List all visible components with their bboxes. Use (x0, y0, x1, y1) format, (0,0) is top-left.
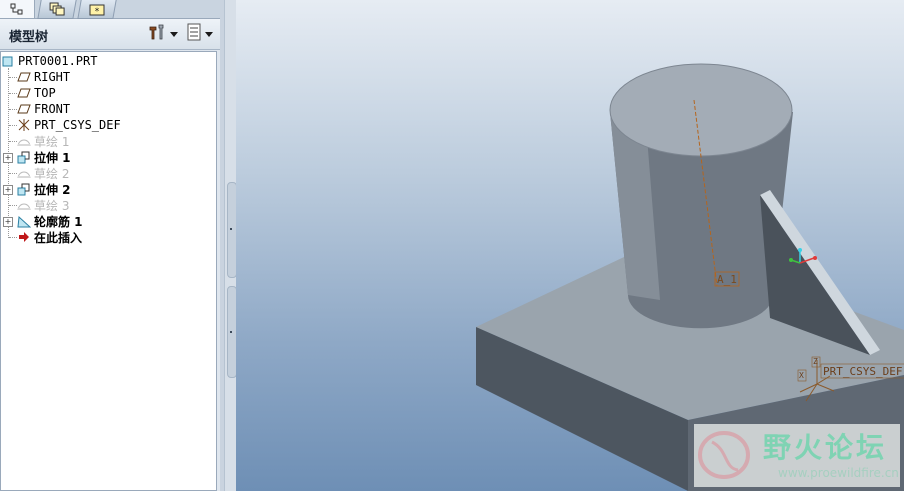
svg-text:*: * (95, 7, 100, 16)
chevron-down-icon (205, 31, 213, 37)
tree-connector (9, 125, 17, 126)
tools-icon (147, 23, 167, 45)
tree-item-top[interactable]: TOP (17, 85, 56, 101)
datum-axis-label[interactable]: A_1 (717, 273, 737, 286)
part-icon (1, 54, 15, 68)
tree-item-label: 草绘 3 (34, 198, 70, 213)
extrude-icon (17, 182, 31, 196)
model-tree-title: 模型树 (9, 30, 49, 45)
cylinder-top (609, 63, 793, 157)
tree-connector (9, 237, 17, 238)
datum-plane-icon (17, 86, 31, 100)
tree-item-label: TOP (34, 86, 56, 100)
insert-here-arrow-icon (17, 230, 31, 244)
csys-icon (17, 118, 31, 132)
watermark-url: www.proewildfire.cn (778, 466, 899, 480)
tree-item-label: RIGHT (34, 70, 71, 84)
csys-x-tag: X (799, 371, 804, 380)
tree-item-label: 草绘 2 (34, 166, 70, 181)
list-icon (186, 23, 202, 45)
layers-icon (49, 2, 65, 16)
tree-connector (9, 173, 17, 174)
tree-item-label: 拉伸 1 (34, 150, 71, 165)
tree-root[interactable]: PRT0001.PRT (1, 53, 97, 69)
model-tree[interactable]: PRT0001.PRT RIGHT TOP FRONT PRT_CSYS_DEF… (0, 51, 217, 491)
tree-item-extrude-1[interactable]: 拉伸 1 (17, 149, 71, 165)
sketch-icon (17, 134, 31, 148)
watermark-title: 野火论坛 (763, 431, 888, 464)
tree-item-right[interactable]: RIGHT (17, 69, 70, 85)
tree-item-front[interactable]: FRONT (17, 101, 70, 117)
tree-root-label: PRT0001.PRT (18, 54, 98, 68)
tree-item-insert-here[interactable]: 在此插入 (17, 229, 82, 245)
tree-connector (9, 93, 17, 94)
tree-settings-button[interactable] (147, 24, 178, 44)
tree-icon (10, 0, 24, 19)
tree-item-label: PRT_CSYS_DEF (34, 118, 121, 132)
csys-z-tag: Z (813, 357, 818, 366)
tree-show-button[interactable] (186, 23, 213, 45)
expand-toggle[interactable]: + (3, 217, 13, 227)
star-folder-icon: * (89, 3, 105, 16)
tree-item-label: 轮廓筋 1 (34, 214, 83, 229)
extrude-icon (17, 150, 31, 164)
part-model (476, 63, 904, 491)
tree-connector (9, 205, 17, 206)
tree-item-csys[interactable]: PRT_CSYS_DEF (17, 117, 121, 133)
graphics-viewport[interactable]: A_1 PRT_CSYS_DEF Z X 野火论坛 www.proewildfi… (236, 0, 904, 491)
expand-toggle[interactable]: + (3, 185, 13, 195)
datum-plane-icon (17, 102, 31, 116)
tree-item-label: 拉伸 2 (34, 182, 71, 197)
tree-item-label: FRONT (34, 102, 71, 116)
chevron-down-icon (170, 31, 178, 37)
rib-icon (17, 214, 31, 228)
tree-item-label: 在此插入 (34, 230, 83, 245)
model-tree-header: 模型树 (0, 19, 220, 50)
tree-connector (9, 109, 17, 110)
navigator-tabbar: * (0, 0, 220, 19)
csys-label[interactable]: PRT_CSYS_DEF (823, 365, 902, 378)
tree-connector (9, 77, 17, 78)
tree-item-sketch-3[interactable]: 草绘 3 (17, 197, 69, 213)
datum-plane-icon (17, 70, 31, 84)
expand-toggle[interactable]: + (3, 153, 13, 163)
layers-tab[interactable] (37, 0, 77, 19)
navigator-panel: * 模型树 PRT0001.PRT RIGHT TOP FRONT PRT_CS… (0, 0, 220, 491)
tree-item-label: 草绘 1 (34, 134, 70, 149)
favorites-tab[interactable]: * (77, 0, 117, 19)
tree-item-rib-1[interactable]: 轮廓筋 1 (17, 213, 83, 229)
grip-dot (230, 331, 232, 333)
tree-connector (9, 141, 17, 142)
model-tree-tab[interactable] (0, 0, 35, 18)
sketch-icon (17, 198, 31, 212)
tree-item-sketch-2[interactable]: 草绘 2 (17, 165, 69, 181)
tree-item-extrude-2[interactable]: 拉伸 2 (17, 181, 71, 197)
tree-item-sketch-1[interactable]: 草绘 1 (17, 133, 69, 149)
grip-dot (230, 228, 232, 230)
sketch-icon (17, 166, 31, 180)
